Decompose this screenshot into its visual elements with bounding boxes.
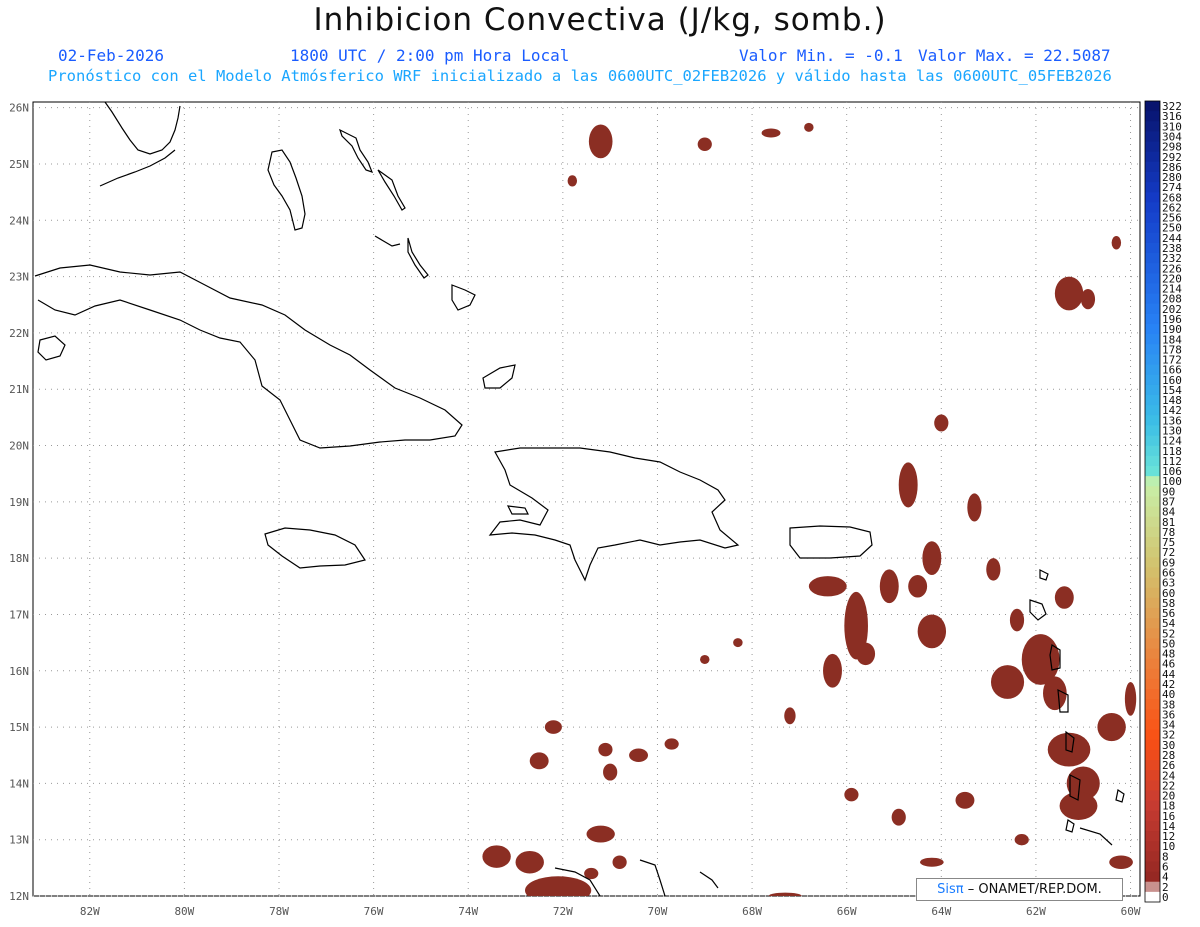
colorbar-swatch — [1145, 395, 1160, 406]
colorbar-swatch — [1145, 141, 1160, 153]
colorbar-swatch — [1145, 324, 1160, 335]
colorbar-swatch — [1145, 182, 1160, 193]
colorbar-swatch — [1145, 831, 1160, 842]
colorbar-swatch — [1145, 516, 1160, 528]
colorbar-swatch — [1145, 212, 1160, 224]
colorbar-swatch — [1145, 689, 1160, 700]
colorbar-swatch — [1145, 699, 1160, 710]
colorbar-swatch — [1145, 709, 1160, 720]
colorbar-swatch — [1145, 597, 1160, 609]
colorbar-swatch — [1145, 293, 1160, 305]
colorbar-swatch — [1145, 658, 1160, 670]
credit-box: Sisπ – ONAMET/REP.DOM. — [916, 878, 1123, 901]
colorbar-swatch — [1145, 131, 1160, 143]
colorbar-swatch — [1145, 466, 1160, 477]
colorbar-swatch — [1145, 526, 1160, 538]
colorbar-swatch — [1145, 719, 1160, 731]
colorbar-swatch — [1145, 618, 1160, 629]
colorbar-swatch — [1145, 455, 1160, 467]
colorbar-swatch — [1145, 151, 1160, 163]
colorbar-swatch — [1145, 364, 1160, 376]
colorbar-swatch — [1145, 101, 1160, 112]
colorbar-swatch — [1145, 861, 1160, 873]
colorbar-swatch — [1145, 263, 1160, 274]
colorbar-swatch — [1145, 202, 1160, 214]
colorbar-swatch — [1145, 425, 1160, 437]
colorbar-swatch — [1145, 820, 1160, 832]
colorbar-swatch — [1145, 871, 1160, 883]
colorbar-swatch — [1145, 739, 1160, 751]
colorbar-swatch — [1145, 587, 1160, 599]
colorbar-label: 0 — [1162, 891, 1169, 904]
colorbar-swatch — [1145, 171, 1160, 183]
colorbar-swatch — [1145, 242, 1160, 254]
colorbar: 3223163103042982922862802742682622562502… — [1144, 100, 1182, 904]
colorbar-swatch — [1145, 253, 1160, 264]
colorbar-swatch — [1145, 161, 1160, 173]
colorbar-swatch — [1145, 749, 1160, 761]
colorbar-swatch — [1145, 760, 1160, 771]
colorbar-swatch — [1145, 222, 1160, 234]
colorbar-swatch — [1145, 577, 1160, 589]
colorbar-swatch — [1145, 780, 1160, 791]
colorbar-swatch — [1145, 841, 1160, 852]
colorbar-swatch — [1145, 486, 1160, 497]
colorbar-swatch — [1145, 476, 1160, 487]
colorbar-swatch — [1145, 638, 1160, 650]
colorbar-swatch — [1145, 192, 1160, 203]
colorbar-swatch — [1145, 547, 1160, 558]
colorbar-swatch — [1145, 790, 1160, 802]
colorbar-swatch — [1145, 111, 1160, 122]
colorbar-swatch — [1145, 445, 1160, 457]
colorbar-swatch — [1145, 313, 1160, 325]
colorbar-swatch — [1145, 303, 1160, 315]
colorbar-swatch — [1145, 668, 1160, 680]
colorbar-swatch — [1145, 435, 1160, 447]
sispi-logo: Sisπ — [937, 882, 964, 897]
colorbar-swatch — [1145, 354, 1160, 366]
colorbar-swatch — [1145, 415, 1160, 426]
colorbar-swatch — [1145, 729, 1160, 741]
colorbar-swatch — [1145, 273, 1160, 285]
colorbar-swatch — [1145, 405, 1160, 416]
colorbar-swatch — [1145, 678, 1160, 690]
colorbar-swatch — [1145, 567, 1160, 579]
credit-text: – ONAMET/REP.DOM. — [967, 882, 1102, 897]
colorbar-swatch — [1145, 851, 1160, 862]
colorbar-swatch — [1145, 334, 1160, 345]
colorbar-swatch — [1145, 557, 1160, 568]
colorbar-swatch — [1145, 770, 1160, 781]
colorbar-swatch — [1145, 628, 1160, 639]
colorbar-swatch — [1145, 800, 1160, 812]
colorbar-swatch — [1145, 536, 1160, 548]
colorbar-swatch — [1145, 496, 1160, 508]
colorbar-swatch — [1145, 506, 1160, 518]
colorbar-swatch — [1145, 384, 1160, 396]
colorbar-swatch — [1145, 232, 1160, 244]
colorbar-swatch — [1145, 607, 1160, 619]
colorbar-swatch — [1145, 648, 1160, 660]
colorbar-swatch — [1145, 121, 1160, 132]
colorbar-swatch — [1145, 344, 1160, 355]
colorbar-swatch — [1145, 810, 1160, 822]
colorbar-swatch — [1145, 283, 1160, 295]
colorbar-swatch — [1145, 374, 1160, 386]
colorbar-swatch — [1145, 891, 1160, 903]
colorbar-swatch — [1145, 881, 1160, 893]
